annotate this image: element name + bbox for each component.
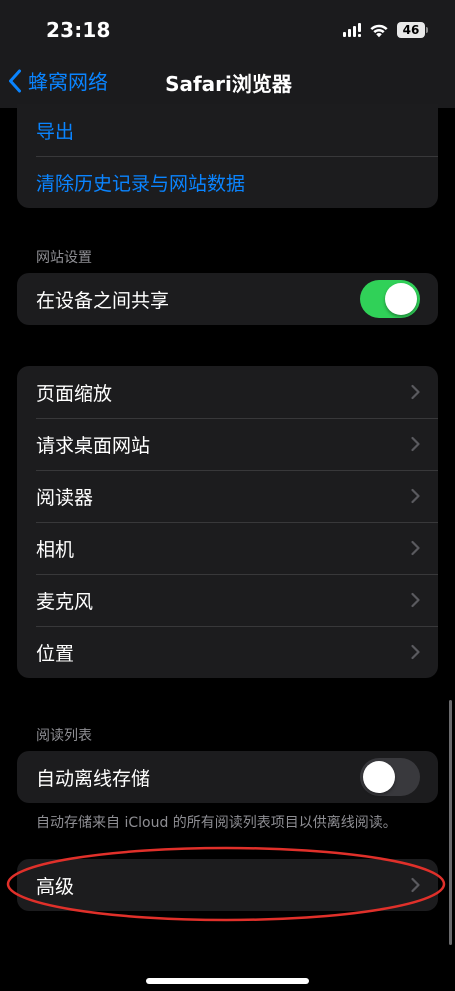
export-button[interactable]: 导出 bbox=[17, 104, 438, 156]
reading-list-group: 自动离线存储 bbox=[17, 751, 438, 803]
toggle-knob bbox=[385, 283, 417, 315]
advanced-label: 高级 bbox=[36, 875, 75, 898]
request-desktop-site-label: 请求桌面网站 bbox=[36, 434, 151, 457]
microphone-label: 麦克风 bbox=[36, 590, 94, 613]
location-label: 位置 bbox=[36, 642, 75, 665]
chevron-right-icon bbox=[411, 384, 420, 400]
chevron-right-icon bbox=[411, 877, 420, 893]
section-header-website-settings: 网站设置 bbox=[36, 250, 92, 266]
camera-label: 相机 bbox=[36, 538, 75, 561]
share-across-devices-row: 在设备之间共享 bbox=[17, 273, 438, 325]
battery-level: 46 bbox=[402, 23, 420, 37]
advanced-group: 高级 bbox=[17, 859, 438, 911]
battery-icon: 46 bbox=[397, 22, 428, 38]
home-indicator[interactable] bbox=[146, 978, 309, 984]
chevron-right-icon bbox=[411, 644, 420, 660]
page-zoom-item[interactable]: 页面缩放 bbox=[17, 366, 438, 418]
share-across-devices-label: 在设备之间共享 bbox=[36, 289, 170, 312]
clear-history-label: 清除历史记录与网站数据 bbox=[36, 172, 246, 195]
reading-list-footer: 自动存储来自 iCloud 的所有阅读列表项目以供离线阅读。 bbox=[36, 815, 397, 831]
request-desktop-site-item[interactable]: 请求桌面网站 bbox=[17, 418, 438, 470]
auto-offline-label: 自动离线存储 bbox=[36, 767, 151, 790]
status-icons: 46 bbox=[343, 22, 428, 38]
page-title: Safari浏览器 bbox=[165, 72, 292, 96]
privacy-group: 导出 清除历史记录与网站数据 bbox=[17, 104, 438, 208]
clear-history-button[interactable]: 清除历史记录与网站数据 bbox=[17, 156, 438, 208]
website-settings-group: 在设备之间共享 bbox=[17, 273, 438, 325]
scrollbar[interactable] bbox=[449, 700, 452, 945]
reader-label: 阅读器 bbox=[36, 486, 94, 509]
top-bar: 23:18 46 蜂窝网络 Safari浏览器 bbox=[0, 0, 455, 108]
advanced-item[interactable]: 高级 bbox=[17, 859, 438, 911]
status-time: 23:18 bbox=[46, 18, 111, 42]
site-options-group: 页面缩放 请求桌面网站 阅读器 相机 麦克风 位置 bbox=[17, 366, 438, 678]
toggle-knob bbox=[363, 761, 395, 793]
section-header-reading-list: 阅读列表 bbox=[36, 728, 92, 744]
wifi-icon bbox=[369, 23, 389, 38]
export-label: 导出 bbox=[36, 120, 75, 143]
reader-item[interactable]: 阅读器 bbox=[17, 470, 438, 522]
microphone-item[interactable]: 麦克风 bbox=[17, 574, 438, 626]
chevron-right-icon bbox=[411, 592, 420, 608]
auto-offline-toggle[interactable] bbox=[360, 758, 420, 796]
signal-icon bbox=[343, 23, 361, 37]
auto-offline-row: 自动离线存储 bbox=[17, 751, 438, 803]
share-across-devices-toggle[interactable] bbox=[360, 280, 420, 318]
camera-item[interactable]: 相机 bbox=[17, 522, 438, 574]
chevron-right-icon bbox=[411, 540, 420, 556]
location-item[interactable]: 位置 bbox=[17, 626, 438, 678]
chevron-right-icon bbox=[411, 436, 420, 452]
page-zoom-label: 页面缩放 bbox=[36, 382, 113, 405]
chevron-right-icon bbox=[411, 488, 420, 504]
